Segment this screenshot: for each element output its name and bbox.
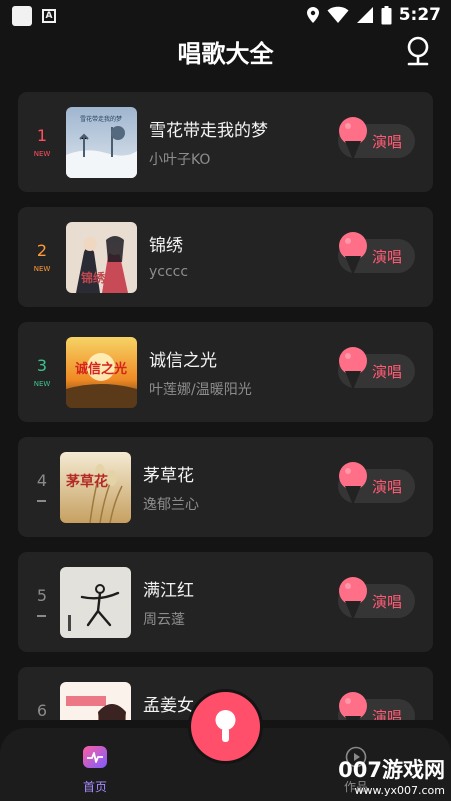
battery-icon	[381, 5, 392, 24]
song-title: 锦绣	[149, 236, 183, 256]
rank-number: 2	[36, 241, 48, 260]
cover-title-text: 锦绣	[81, 270, 106, 285]
rank-number: 3	[36, 356, 48, 375]
rank-unchanged-dash	[37, 615, 46, 617]
microphone-icon	[339, 577, 367, 620]
song-artist: 叶莲娜/温暖阳光	[149, 382, 252, 398]
notification-icon	[12, 6, 32, 26]
song-card[interactable]: 4 茅草花 茅草花 逸郁兰心 演唱	[18, 437, 433, 537]
signal-icon	[356, 7, 373, 23]
rank-number: 5	[36, 586, 48, 605]
rank-unchanged-dash	[37, 500, 46, 502]
song-title: 孟姜女	[143, 696, 194, 716]
song-title: 雪花带走我的梦	[149, 121, 268, 141]
microphone-icon	[339, 232, 367, 275]
rank-number: 6	[36, 701, 48, 720]
watermark-url: www.yx007.com	[354, 784, 445, 797]
app-header: 唱歌大全	[0, 30, 451, 76]
home-pulse-icon	[83, 746, 107, 768]
microphone-icon	[339, 347, 367, 390]
song-artist: 周云蓬	[143, 612, 185, 628]
microphone-icon	[339, 117, 367, 160]
sing-label: 演唱	[372, 478, 403, 496]
new-badge: NEW	[33, 380, 51, 388]
song-card[interactable]: 3 NEW 诚信之光 诚信之光 叶莲娜/温暖阳光 演唱	[18, 322, 433, 422]
sing-button[interactable]: 演唱	[338, 232, 415, 275]
page-title: 唱歌大全	[177, 40, 274, 68]
location-icon	[306, 7, 319, 23]
rank-number: 4	[36, 471, 48, 490]
microphone-icon	[339, 462, 367, 505]
new-badge: NEW	[33, 150, 51, 158]
cover-title-text: 茅草花	[66, 473, 108, 490]
song-title: 诚信之光	[149, 351, 217, 371]
song-cover: 茅草花	[60, 452, 131, 523]
record-button[interactable]	[191, 692, 260, 761]
sing-label: 演唱	[372, 363, 403, 381]
song-cover	[60, 567, 131, 638]
cover-title-text: 诚信之光	[75, 361, 127, 377]
profile-icon[interactable]	[405, 36, 431, 66]
tab-home[interactable]: 首页	[65, 746, 125, 795]
song-title: 满江红	[143, 581, 194, 601]
song-artist: ycccc	[149, 264, 189, 280]
sing-button[interactable]: 演唱	[338, 692, 415, 720]
microphone-icon	[215, 710, 236, 742]
song-card[interactable]: 2 NEW 锦绣 锦绣 ycccc 演唱	[18, 207, 433, 307]
rank-number: 1	[36, 126, 48, 145]
status-time: 5:27	[398, 5, 441, 25]
song-title: 茅草花	[143, 466, 194, 486]
wifi-icon	[327, 6, 349, 24]
tab-home-label: 首页	[82, 780, 107, 794]
song-cover	[60, 682, 131, 720]
font-notification-icon: A	[42, 9, 56, 23]
sing-label: 演唱	[372, 708, 403, 720]
song-artist: 逸郁兰心	[143, 497, 199, 513]
sing-label: 演唱	[372, 248, 403, 266]
sing-button[interactable]: 演唱	[338, 462, 415, 505]
watermark: 007游戏网 www.yx007.com	[338, 754, 445, 797]
song-card[interactable]: 5 满江红 周云蓬 演唱	[18, 552, 433, 652]
song-list: 1 NEW 雪花带走我的梦 雪花带走我的梦 小叶子KO 演唱 2 NEW 锦绣 …	[18, 92, 433, 720]
sing-button[interactable]: 演唱	[338, 347, 415, 390]
microphone-icon	[339, 692, 367, 720]
cover-title-text: 雪花带走我的梦	[80, 115, 122, 123]
song-cover: 锦绣	[66, 222, 137, 293]
status-bar: A 5:27	[0, 0, 451, 30]
song-cover: 诚信之光	[66, 337, 137, 408]
watermark-main: 007游戏网	[338, 758, 445, 782]
sing-label: 演唱	[372, 593, 403, 611]
new-badge: NEW	[33, 265, 51, 273]
sing-button[interactable]: 演唱	[338, 117, 415, 160]
sing-button[interactable]: 演唱	[338, 577, 415, 620]
song-card[interactable]: 1 NEW 雪花带走我的梦 雪花带走我的梦 小叶子KO 演唱	[18, 92, 433, 192]
song-artist: 小叶子KO	[149, 152, 211, 168]
sing-label: 演唱	[372, 133, 403, 151]
song-cover: 雪花带走我的梦	[66, 107, 137, 178]
